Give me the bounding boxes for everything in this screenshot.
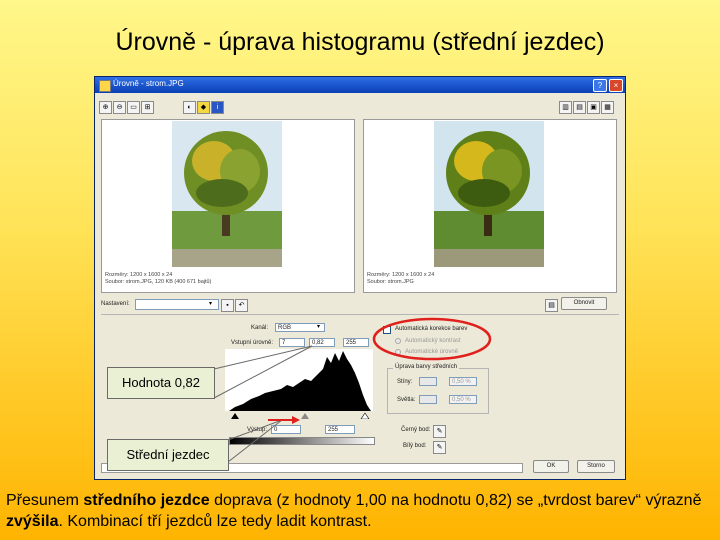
callout-slider: Střední jezdec [107,439,229,471]
slide-caption: Přesunem středního jezdce doprava (z hod… [6,490,714,532]
callout-pointer-value-2 [213,345,313,399]
highlight-ellipse [372,317,492,361]
callout-pointer-value [213,345,313,370]
move-arrow-head [292,416,300,424]
caption-text: . Kombinací tří jezdců lze tedy ladit ko… [58,513,372,530]
caption-text: Přesunem [6,492,84,509]
callout-pointer-slider [227,419,283,441]
caption-bold: zvýšila [6,513,59,530]
caption-bold: středního jezdce [83,492,210,509]
caption-text: doprava (z hodnoty 1,00 na hodnotu 0,82)… [209,492,702,509]
callout-pointer-slider-2 [227,419,283,463]
callout-value: Hodnota 0,82 [107,367,215,399]
